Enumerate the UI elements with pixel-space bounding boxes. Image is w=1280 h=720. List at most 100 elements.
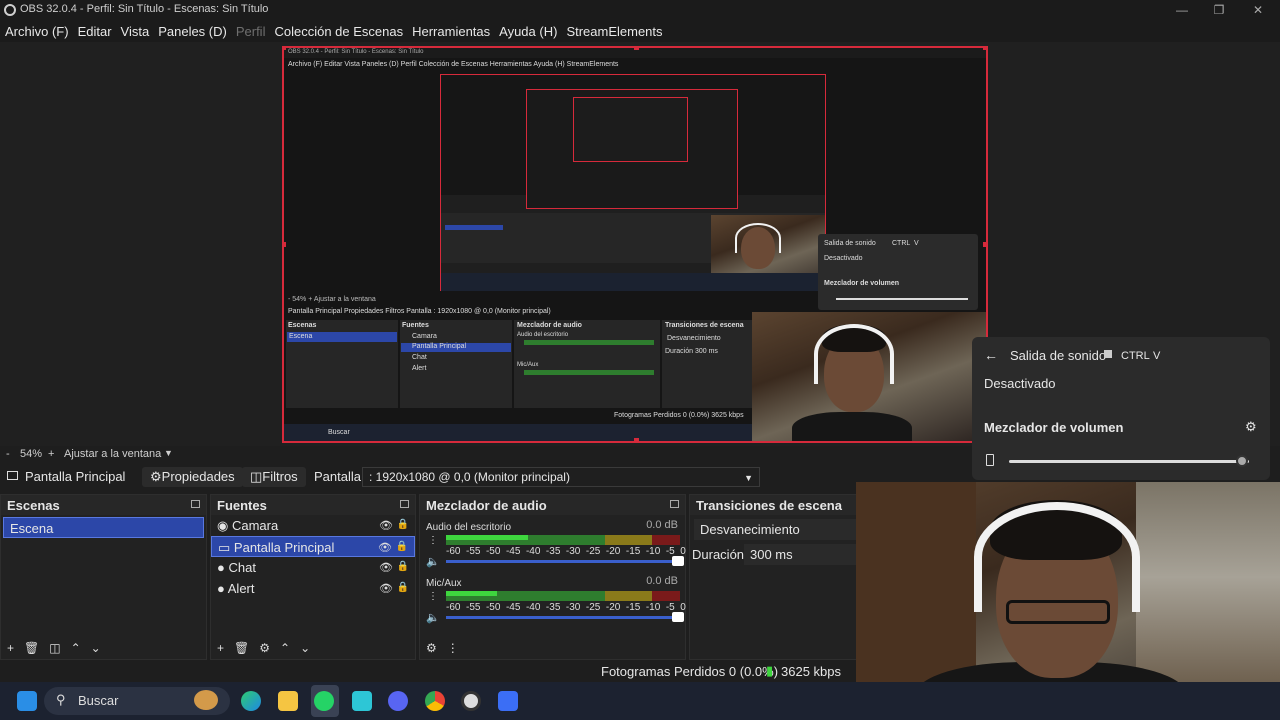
volume-slider[interactable] bbox=[446, 612, 684, 622]
notepad-icon[interactable] bbox=[352, 691, 372, 711]
menu-vista[interactable]: Vista bbox=[121, 24, 150, 39]
duration-field[interactable]: 300 ms bbox=[744, 544, 858, 565]
filters-button[interactable]: ◫Filtros bbox=[242, 467, 306, 487]
visibility-eye-icon[interactable]: 👁 bbox=[379, 582, 393, 595]
zoom-fit-dropdown[interactable]: Ajustar a la ventana bbox=[64, 448, 161, 460]
whatsapp-icon[interactable] bbox=[314, 691, 334, 711]
lock-icon[interactable]: 🔒 bbox=[397, 582, 409, 593]
add-scene-button[interactable]: + bbox=[7, 641, 14, 655]
menu-paneles[interactable]: Paneles (D) bbox=[158, 24, 227, 39]
channel-name: Mic/Aux bbox=[426, 578, 462, 589]
kebab-menu-icon[interactable]: ⋮ bbox=[428, 591, 438, 602]
menu-ayuda[interactable]: Ayuda (H) bbox=[499, 24, 557, 39]
mixer-channel-mic: Mic/Aux 0.0 dB ⋮ -60 -55 -50 -45 -40 -35 -30 -2… bbox=[426, 575, 686, 625]
slider-knob[interactable] bbox=[1235, 455, 1248, 467]
volume-slider[interactable] bbox=[446, 556, 684, 566]
speaker-icon[interactable]: 🔈 bbox=[426, 611, 440, 624]
settings-gear-icon[interactable]: ⚙ bbox=[1245, 419, 1257, 435]
move-down-button[interactable]: ⌄ bbox=[91, 641, 101, 655]
window-title: OBS 32.0.4 - Perfil: Sin Título - Escena… bbox=[20, 3, 269, 15]
scale-tick: -60 bbox=[446, 602, 461, 613]
camera-icon: ◉ bbox=[217, 518, 229, 533]
nested-zoom: - 54% + Ajustar a la ventana bbox=[288, 296, 376, 303]
undock-icon[interactable] bbox=[191, 500, 200, 508]
chevron-down-icon[interactable]: ▼ bbox=[164, 448, 173, 458]
selected-source-label: Pantalla Principal bbox=[25, 469, 126, 484]
slider-knob[interactable] bbox=[672, 556, 684, 566]
close-button[interactable]: ✕ bbox=[1250, 2, 1266, 18]
scale-tick: -25 bbox=[585, 546, 601, 557]
undock-icon[interactable] bbox=[400, 500, 409, 508]
zoom-out-button[interactable]: - bbox=[6, 448, 10, 460]
maximize-button[interactable]: ❐ bbox=[1211, 2, 1227, 18]
mixer-menu-kebab-icon[interactable]: ⋮ bbox=[447, 641, 459, 655]
windows-start-icon[interactable] bbox=[17, 691, 37, 711]
menu-coleccion-escenas[interactable]: Colección de Escenas bbox=[274, 24, 403, 39]
discord-icon[interactable] bbox=[388, 691, 408, 711]
speaker-icon[interactable]: 🔈 bbox=[426, 555, 440, 568]
source-settings-gear-icon[interactable]: ⚙ bbox=[259, 641, 270, 655]
preview-canvas[interactable]: OBS 32.0.4 - Perfil: Sin Título - Escena… bbox=[282, 46, 988, 443]
meter-level bbox=[446, 535, 528, 540]
slider-knob[interactable] bbox=[672, 612, 684, 622]
add-source-button[interactable]: + bbox=[217, 641, 224, 655]
display-label: Pantalla bbox=[314, 469, 361, 484]
display-select-value: : 1920x1080 @ 0,0 (Monitor principal) bbox=[369, 470, 570, 484]
properties-button[interactable]: ⚙Propiedades bbox=[142, 467, 243, 487]
streamelements-icon[interactable] bbox=[498, 691, 518, 711]
shortcut-ctrl: CTRL bbox=[1121, 350, 1150, 362]
lock-icon[interactable]: 🔒 bbox=[397, 519, 409, 530]
transition-select[interactable]: Desvanecimiento bbox=[694, 519, 858, 540]
flyout-volume-slider[interactable] bbox=[1009, 455, 1249, 467]
move-up-button[interactable]: ⌃ bbox=[280, 641, 290, 655]
move-down-button[interactable]: ⌄ bbox=[300, 641, 310, 655]
lock-icon[interactable]: 🔒 bbox=[396, 541, 408, 552]
scale-tick: -15 bbox=[625, 602, 641, 613]
zoom-in-button[interactable]: + bbox=[48, 448, 54, 460]
menu-perfil[interactable]: Perfil bbox=[236, 24, 266, 39]
obs-taskbar-icon[interactable] bbox=[461, 691, 481, 711]
nested-webcam bbox=[752, 312, 986, 441]
scale-tick: -50 bbox=[485, 602, 501, 613]
lock-icon[interactable]: 🔒 bbox=[397, 561, 409, 572]
file-explorer-icon[interactable] bbox=[278, 691, 298, 711]
status-bar: Fotogramas Perdidos 0 (0.0%) ▮ 3625 kbps bbox=[0, 660, 860, 682]
menu-bar: Archivo (F) Editar Vista Paneles (D) Per… bbox=[0, 20, 1280, 42]
meter-scale: -60 -55 -50 -45 -40 -35 -30 -25 -20 -15 -10 -5 0 bbox=[446, 602, 686, 613]
source-item-camara[interactable]: ◉ Camara 👁 🔒 bbox=[211, 515, 415, 536]
menu-archivo[interactable]: Archivo (F) bbox=[5, 24, 69, 39]
visibility-eye-icon[interactable]: 👁 bbox=[379, 561, 393, 574]
source-item-alert[interactable]: ● Alert 👁 🔒 bbox=[211, 578, 415, 599]
monitor-icon: ▭ bbox=[218, 540, 231, 555]
visibility-eye-icon[interactable]: 👁 bbox=[379, 519, 393, 532]
back-arrow-icon[interactable]: ← bbox=[984, 347, 998, 363]
source-item-chat[interactable]: ● Chat 👁 🔒 bbox=[211, 557, 415, 578]
nested-flyout: Salida de sonido CTRL V Desactivado Mezc… bbox=[818, 234, 978, 310]
source-item-pantalla-principal[interactable]: ▭ Pantalla Principal 👁 🔒 bbox=[211, 536, 415, 557]
remove-source-button[interactable]: 🗑 bbox=[234, 641, 249, 655]
menu-editar[interactable]: Editar bbox=[78, 24, 112, 39]
visibility-eye-icon[interactable]: 👁 bbox=[378, 541, 392, 554]
edge-icon[interactable] bbox=[241, 691, 261, 711]
zoom-value: 54% bbox=[20, 448, 43, 460]
taskbar-search[interactable]: ⚲ Buscar bbox=[44, 687, 230, 715]
menu-herramientas[interactable]: Herramientas bbox=[412, 24, 490, 39]
menu-streamelements[interactable]: StreamElements bbox=[566, 24, 662, 39]
scale-tick: -20 bbox=[605, 546, 621, 557]
scale-tick: -45 bbox=[505, 546, 521, 557]
sound-output-flyout: ← Salida de sonido CTRL V Desactivado Me… bbox=[972, 337, 1270, 480]
keyboard-icon bbox=[1104, 350, 1112, 358]
move-up-button[interactable]: ⌃ bbox=[71, 641, 81, 655]
scene-filters-button[interactable]: ◫ bbox=[49, 641, 60, 655]
globe-icon: ● bbox=[217, 581, 225, 596]
chrome-icon[interactable] bbox=[425, 691, 445, 711]
channel-db: 0.0 dB bbox=[646, 519, 678, 531]
display-select[interactable]: : 1920x1080 @ 0,0 (Monitor principal) ▼ bbox=[362, 467, 760, 487]
kebab-menu-icon[interactable]: ⋮ bbox=[428, 535, 438, 546]
transitions-dock: Transiciones de escena Desvanecimiento D… bbox=[689, 494, 859, 660]
advanced-audio-gear-icon[interactable]: ⚙ bbox=[426, 641, 437, 655]
scene-item[interactable]: Escena bbox=[3, 517, 204, 538]
minimize-button[interactable]: — bbox=[1174, 2, 1190, 18]
undock-icon[interactable] bbox=[670, 500, 679, 508]
remove-scene-button[interactable]: 🗑 bbox=[24, 641, 39, 655]
